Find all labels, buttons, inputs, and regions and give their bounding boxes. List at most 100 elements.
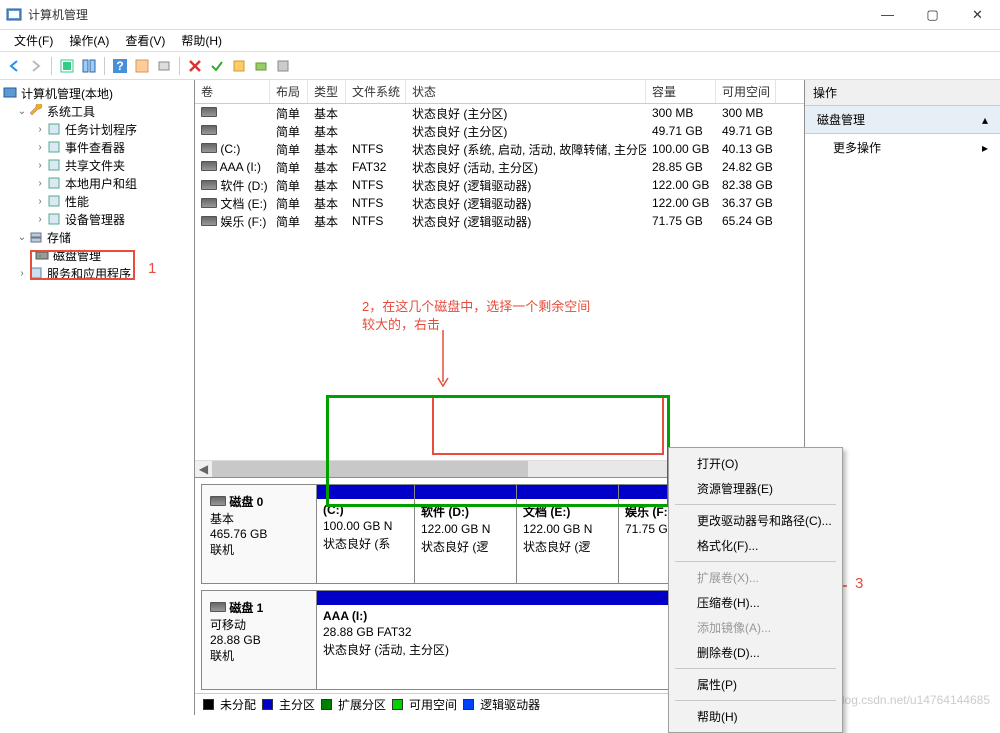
partition[interactable]: 软件 (D:)122.00 GB N状态良好 (逻 bbox=[415, 485, 517, 583]
tree-item[interactable]: ›性能 bbox=[2, 192, 192, 210]
ctx-open[interactable]: 打开(O) bbox=[671, 451, 840, 476]
disk-icon bbox=[201, 180, 217, 190]
tree-disk-mgmt-label: 磁盘管理 bbox=[53, 247, 101, 264]
forward-button[interactable] bbox=[26, 56, 46, 76]
col-layout[interactable]: 布局 bbox=[270, 80, 308, 103]
maximize-button[interactable]: ▢ bbox=[910, 0, 955, 29]
tree-systools-label: 系统工具 bbox=[47, 103, 95, 120]
legend-free: 可用空间 bbox=[409, 696, 457, 713]
ctx-change-letter[interactable]: 更改驱动器号和路径(C)... bbox=[671, 508, 840, 533]
ctx-help[interactable]: 帮助(H) bbox=[671, 704, 840, 729]
window-title: 计算机管理 bbox=[28, 6, 865, 23]
ctx-shrink[interactable]: 压缩卷(H)... bbox=[671, 590, 840, 615]
tree-disk-mgmt[interactable]: 磁盘管理 bbox=[2, 246, 192, 264]
actions-more-row[interactable]: 更多操作 ▸ bbox=[805, 134, 1000, 161]
menu-help[interactable]: 帮助(H) bbox=[173, 30, 230, 51]
table-row[interactable]: 娱乐 (F:)简单基本NTFS状态良好 (逻辑驱动器)71.75 GB65.24… bbox=[195, 212, 804, 230]
tool-btn-1[interactable] bbox=[57, 56, 77, 76]
col-type[interactable]: 类型 bbox=[308, 80, 346, 103]
users-groups-icon bbox=[46, 175, 62, 191]
svg-text:?: ? bbox=[116, 59, 123, 73]
ctx-explorer[interactable]: 资源管理器(E) bbox=[671, 476, 840, 501]
partition-header-bar bbox=[317, 485, 414, 499]
tool-btn-7[interactable] bbox=[251, 56, 271, 76]
tree-storage-label: 存储 bbox=[47, 229, 71, 246]
context-menu: 打开(O) 资源管理器(E) 更改驱动器号和路径(C)... 格式化(F)...… bbox=[668, 447, 843, 733]
tree-item[interactable]: ›事件查看器 bbox=[2, 138, 192, 156]
expand-icon[interactable]: ⌄ bbox=[16, 232, 28, 243]
tree-systools[interactable]: ⌄ 系统工具 bbox=[2, 102, 192, 120]
help-icon[interactable]: ? bbox=[110, 56, 130, 76]
device-manager-icon bbox=[46, 211, 62, 227]
legend-swatch-logical bbox=[463, 699, 474, 710]
tool-btn-6[interactable] bbox=[229, 56, 249, 76]
back-button[interactable] bbox=[4, 56, 24, 76]
col-volume[interactable]: 卷 bbox=[195, 80, 270, 103]
tool-btn-3[interactable] bbox=[132, 56, 152, 76]
computer-mgmt-icon bbox=[2, 85, 18, 101]
tree-item[interactable]: ›本地用户和组 bbox=[2, 174, 192, 192]
chevron-right-icon: ▸ bbox=[982, 141, 988, 155]
disk-header[interactable]: 磁盘 1可移动28.88 GB联机 bbox=[202, 591, 317, 689]
tree-item[interactable]: ›共享文件夹 bbox=[2, 156, 192, 174]
disk-header[interactable]: 磁盘 0基本465.76 GB联机 bbox=[202, 485, 317, 583]
title-bar: 计算机管理 — ▢ ✕ bbox=[0, 0, 1000, 30]
legend-logical: 逻辑驱动器 bbox=[480, 696, 540, 713]
disk-icon bbox=[201, 125, 217, 135]
task-scheduler-icon bbox=[46, 121, 62, 137]
minimize-button[interactable]: — bbox=[865, 0, 910, 29]
toolbar: ? bbox=[0, 52, 1000, 80]
tree-storage[interactable]: ⌄ 存储 bbox=[2, 228, 192, 246]
event-viewer-icon bbox=[46, 139, 62, 155]
legend-swatch-unalloc bbox=[203, 699, 214, 710]
tree-item-label: 事件查看器 bbox=[65, 139, 125, 156]
ctx-mirror: 添加镜像(A)... bbox=[671, 615, 840, 640]
tool-btn-8[interactable] bbox=[273, 56, 293, 76]
actions-more-label: 更多操作 bbox=[833, 139, 881, 156]
tree-item-label: 设备管理器 bbox=[65, 211, 125, 228]
tree-item[interactable]: ›设备管理器 bbox=[2, 210, 192, 228]
partition-size: 100.00 GB N bbox=[323, 519, 408, 533]
actions-header: 操作 bbox=[805, 80, 1000, 106]
tree-item[interactable]: ›任务计划程序 bbox=[2, 120, 192, 138]
menu-file[interactable]: 文件(F) bbox=[6, 30, 61, 51]
ctx-delete[interactable]: 删除卷(D)... bbox=[671, 640, 840, 665]
ctx-format[interactable]: 格式化(F)... bbox=[671, 533, 840, 558]
tree-root[interactable]: 计算机管理(本地) bbox=[2, 84, 192, 102]
disk-icon bbox=[201, 216, 217, 226]
col-status[interactable]: 状态 bbox=[406, 80, 646, 103]
tool-btn-4[interactable] bbox=[154, 56, 174, 76]
close-button[interactable]: ✕ bbox=[955, 0, 1000, 29]
menu-view[interactable]: 查看(V) bbox=[117, 30, 173, 51]
storage-icon bbox=[28, 229, 44, 245]
tree-services[interactable]: › 服务和应用程序 bbox=[2, 264, 192, 282]
partition-label: (C:) bbox=[323, 503, 408, 517]
menu-action[interactable]: 操作(A) bbox=[61, 30, 117, 51]
disk-icon bbox=[201, 107, 217, 117]
partition[interactable]: (C:)100.00 GB N状态良好 (系 bbox=[317, 485, 415, 583]
legend-ext: 扩展分区 bbox=[338, 696, 386, 713]
legend-swatch-primary bbox=[262, 699, 273, 710]
shared-folders-icon bbox=[46, 157, 62, 173]
app-icon bbox=[6, 7, 22, 23]
actions-diskmgr-label: 磁盘管理 bbox=[817, 111, 865, 128]
tool-btn-5[interactable] bbox=[207, 56, 227, 76]
wrench-icon bbox=[28, 103, 44, 119]
disk-icon bbox=[210, 602, 226, 612]
menu-bar: 文件(F) 操作(A) 查看(V) 帮助(H) bbox=[0, 30, 1000, 52]
expand-icon[interactable]: › bbox=[16, 268, 28, 279]
scroll-left-icon[interactable]: ◀ bbox=[195, 460, 212, 477]
disk-icon bbox=[201, 161, 217, 171]
partition[interactable]: 文档 (E:)122.00 GB N状态良好 (逻 bbox=[517, 485, 619, 583]
col-filesystem[interactable]: 文件系统 bbox=[346, 80, 406, 103]
partition-status: 状态良好 (逻 bbox=[421, 538, 510, 555]
actions-diskmgr-row[interactable]: 磁盘管理 ▴ bbox=[805, 106, 1000, 134]
col-capacity[interactable]: 容量 bbox=[646, 80, 716, 103]
performance-icon bbox=[46, 193, 62, 209]
partition-status: 状态良好 (逻 bbox=[523, 538, 612, 555]
delete-icon[interactable] bbox=[185, 56, 205, 76]
expand-icon[interactable]: ⌄ bbox=[16, 106, 28, 117]
ctx-properties[interactable]: 属性(P) bbox=[671, 672, 840, 697]
tool-btn-2[interactable] bbox=[79, 56, 99, 76]
col-free[interactable]: 可用空间 bbox=[716, 80, 776, 103]
